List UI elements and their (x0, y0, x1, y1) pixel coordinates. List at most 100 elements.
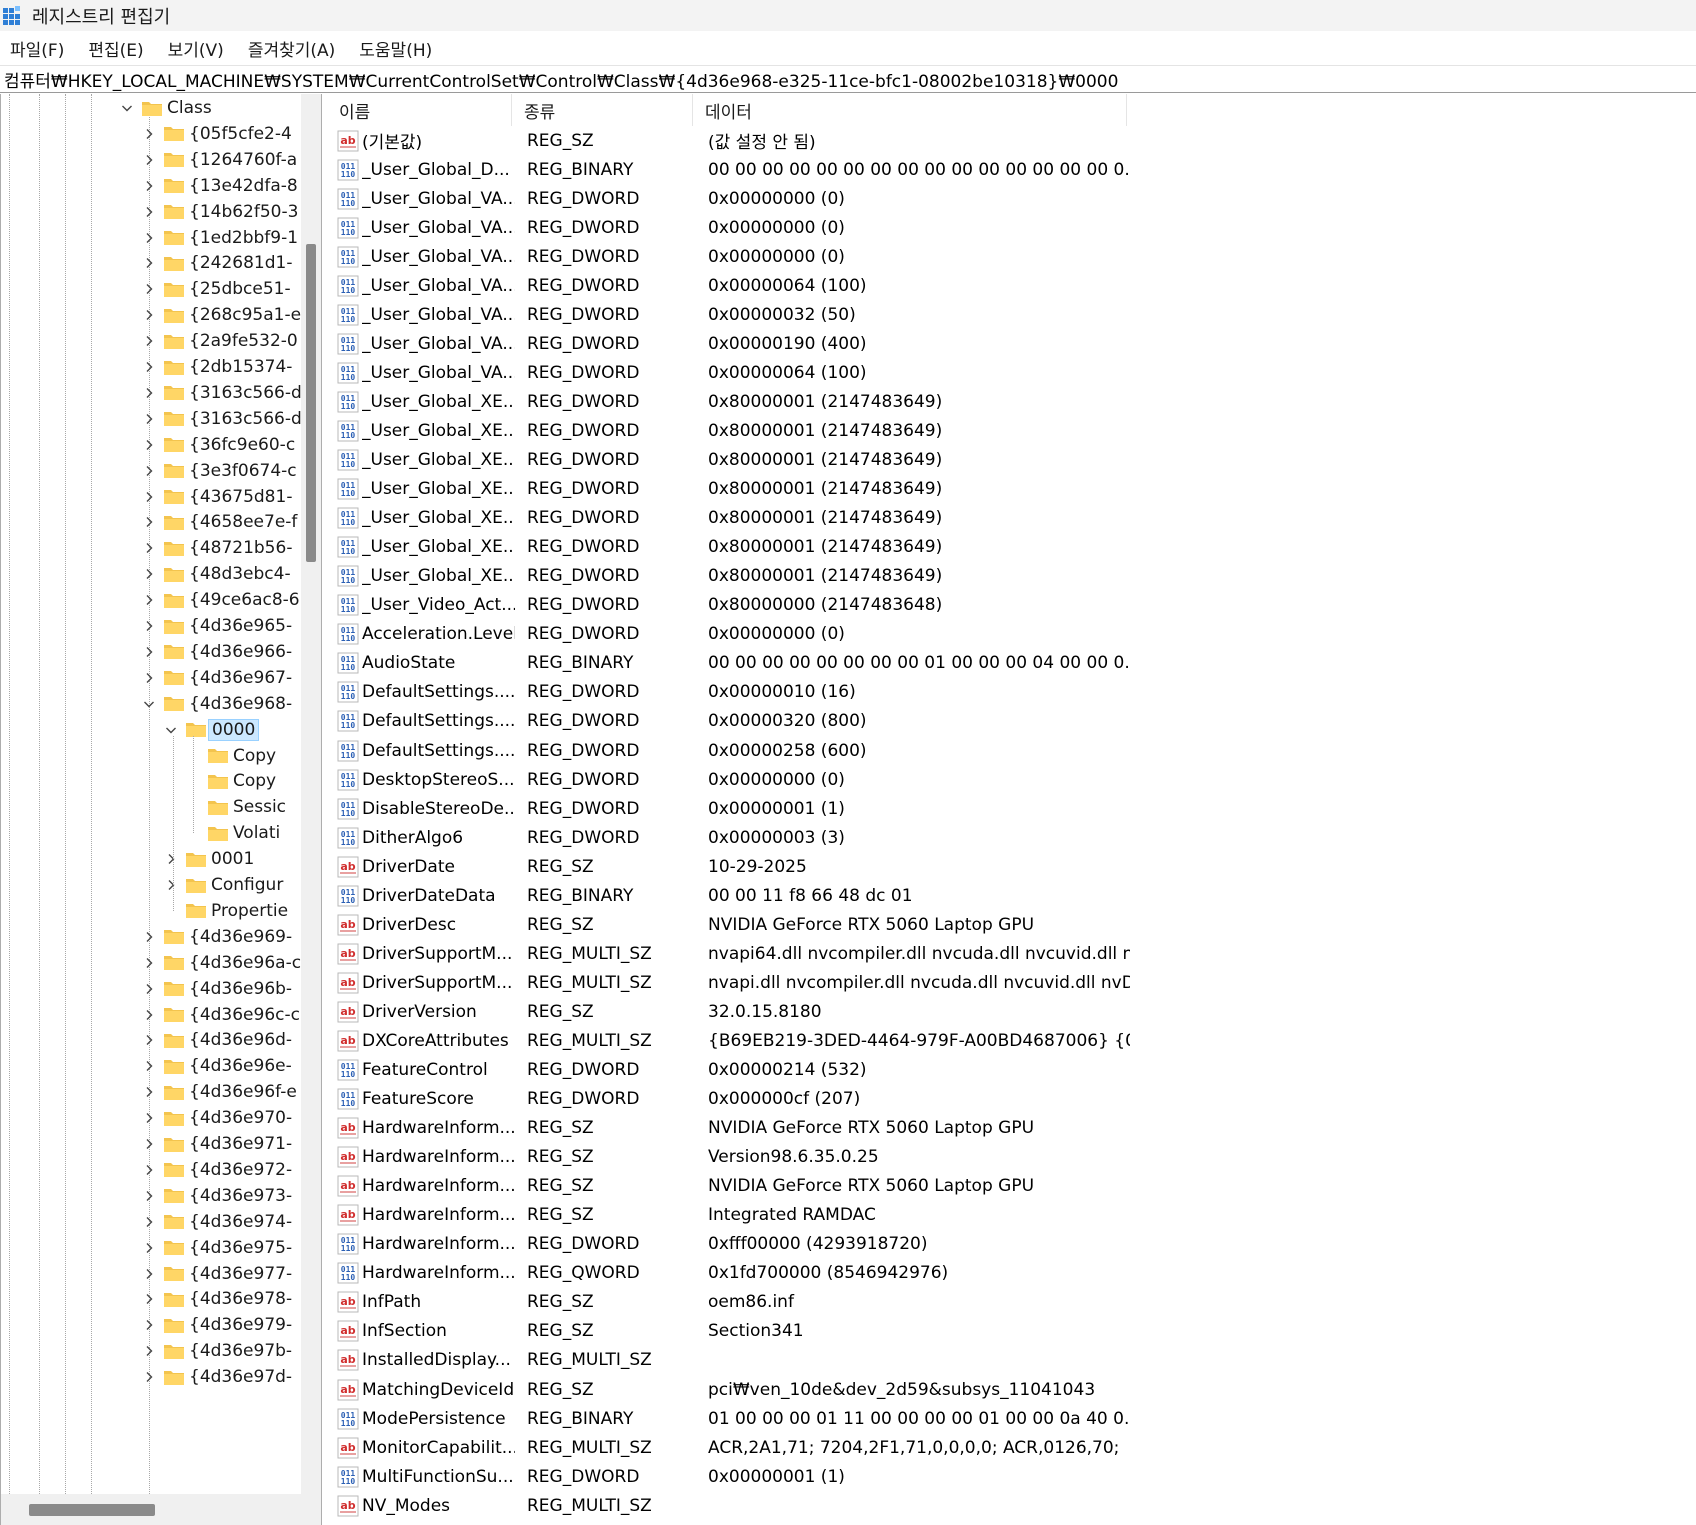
tree-node-class-key[interactable]: {4d36e97b- (141, 1337, 292, 1365)
value-row[interactable]: 011 110 DitherAlgo6 REG_DWORD 0x00000003 (3) (327, 823, 1527, 852)
chevron-right-icon[interactable] (141, 1156, 157, 1184)
tree-node-class-key[interactable]: {3163c566-d (141, 405, 301, 433)
value-row[interactable]: 011 110 _User_Global_XE... REG_DWORD 0x80000… (327, 446, 1527, 475)
column-header-name[interactable]: 이름 (327, 94, 512, 126)
chevron-right-icon[interactable] (141, 224, 157, 252)
value-row[interactable]: 011 110 _User_Global_XE... REG_DWORD 0x80000… (327, 475, 1527, 504)
chevron-right-icon[interactable] (141, 508, 157, 536)
chevron-right-icon[interactable] (141, 1260, 157, 1288)
chevron-right-icon[interactable] (141, 638, 157, 666)
value-row[interactable]: 011 110 DefaultSettings.... REG_DWORD 0x0000… (327, 707, 1527, 736)
value-row[interactable]: ab NV_Modes REG_MULTI_SZ (327, 1491, 1527, 1520)
chevron-right-icon[interactable] (141, 1337, 157, 1365)
chevron-right-icon[interactable] (141, 431, 157, 459)
tree-node-class-key[interactable]: {4658ee7e-f (141, 508, 297, 536)
chevron-right-icon[interactable] (141, 301, 157, 329)
tree-node-class-key[interactable]: {4d36e967- (141, 664, 292, 692)
tree-node-subkey[interactable]: Propertie (163, 897, 288, 925)
chevron-right-icon[interactable] (141, 379, 157, 407)
chevron-down-icon[interactable] (119, 94, 135, 122)
menu-help[interactable]: 도움말(H) (347, 36, 444, 61)
value-row[interactable]: 011 110 _User_Global_VA... REG_DWORD 0x00000… (327, 300, 1527, 329)
chevron-right-icon[interactable] (141, 327, 157, 355)
key-tree[interactable]: Class {05f5cfe2-4 {1264760f-a {13e42dfa-8 {1… (1, 94, 301, 1494)
tree-node-class-key[interactable]: {4d36e96f-e (141, 1078, 297, 1106)
tree-node-class-key[interactable]: {4d36e965- (141, 612, 292, 640)
tree-node-class-key[interactable]: {268c95a1-e (141, 301, 301, 329)
value-row[interactable]: 011 110 _User_Global_XE... REG_DWORD 0x80000… (327, 387, 1527, 416)
tree-node-subkey[interactable]: Copy (185, 742, 276, 770)
chevron-right-icon[interactable] (141, 534, 157, 562)
chevron-right-icon[interactable] (141, 586, 157, 614)
tree-node-class-key[interactable]: {3163c566-d (141, 379, 301, 407)
chevron-right-icon[interactable] (141, 353, 157, 381)
tree-node-class-key[interactable]: {4d36e974- (141, 1208, 292, 1236)
value-row[interactable]: 011 110 DesktopStereoS... REG_DWORD 0x000000… (327, 765, 1527, 794)
chevron-right-icon[interactable] (141, 1363, 157, 1391)
chevron-right-icon[interactable] (141, 1311, 157, 1339)
value-row[interactable]: 011 110 _User_Global_VA... REG_DWORD 0x00000… (327, 358, 1527, 387)
tree-horizontal-scrollbar[interactable] (1, 1494, 301, 1525)
tree-node-class-key[interactable]: {4d36e97d- (141, 1363, 292, 1391)
tree-node-subkey[interactable]: Copy (185, 767, 276, 795)
chevron-down-icon[interactable] (141, 690, 157, 718)
values-pane[interactable]: 이름 종류 데이터 ab (기본값) REG_SZ (값 설정 안 됨) 011 110 _… (327, 94, 1696, 1525)
chevron-right-icon[interactable] (141, 612, 157, 640)
tree-node-class-key[interactable]: {4d36e978- (141, 1285, 292, 1313)
chevron-right-icon[interactable] (141, 949, 157, 977)
tree-node-class-key[interactable]: {05f5cfe2-4 (141, 120, 292, 148)
tree-node-class-key[interactable]: {4d36e96c-c (141, 1001, 300, 1029)
chevron-right-icon[interactable] (141, 405, 157, 433)
value-row[interactable]: ab HardwareInform... REG_SZ NVIDIA GeForce … (327, 1114, 1527, 1143)
tree-node-class-key[interactable]: {48d3ebc4- (141, 560, 291, 588)
chevron-right-icon[interactable] (141, 172, 157, 200)
tree-node-class-key[interactable]: {4d36e96d- (141, 1026, 292, 1054)
menu-file[interactable]: 파일(F) (0, 36, 76, 61)
chevron-right-icon[interactable] (141, 560, 157, 588)
tree-node-class-key[interactable]: {4d36e969- (141, 923, 292, 951)
value-row[interactable]: ab HardwareInform... REG_SZ Integrated RAMD… (327, 1201, 1527, 1230)
tree-node-subkey[interactable]: Volati (185, 819, 280, 847)
chevron-right-icon[interactable] (141, 198, 157, 226)
value-row[interactable]: 011 110 _User_Global_XE... REG_DWORD 0x80000… (327, 533, 1527, 562)
value-row[interactable]: ab HardwareInform... REG_SZ Version98.6.35.… (327, 1143, 1527, 1172)
tree-node-class-key[interactable]: {14b62f50-3 (141, 198, 298, 226)
tree-node-class-key[interactable]: {4d36e966- (141, 638, 292, 666)
value-row[interactable]: 011 110 _User_Global_VA... REG_DWORD 0x00000… (327, 184, 1527, 213)
chevron-right-icon[interactable] (141, 1104, 157, 1132)
value-row[interactable]: ab DriverDate REG_SZ 10-29-2025 (327, 852, 1527, 881)
tree-node-class-key[interactable]: {1264760f-a (141, 146, 297, 174)
tree-node-class-key[interactable]: {4d36e970- (141, 1104, 292, 1132)
value-row[interactable]: 011 110 _User_Global_VA... REG_DWORD 0x00000… (327, 242, 1527, 271)
chevron-right-icon[interactable] (141, 1026, 157, 1054)
value-row[interactable]: 011 110 Acceleration.Level REG_DWORD 0x00000… (327, 620, 1527, 649)
tree-node-class-key[interactable]: {4d36e96b- (141, 975, 292, 1003)
tree-node-class-key[interactable]: {2db15374- (141, 353, 292, 381)
value-row[interactable]: 011 110 MultiFunctionSu... REG_DWORD 0x00000… (327, 1462, 1527, 1491)
value-row[interactable]: 011 110 HardwareInform... REG_DWORD 0xfff000… (327, 1230, 1527, 1259)
chevron-right-icon[interactable] (141, 975, 157, 1003)
value-row[interactable]: 011 110 HardwareInform... REG_QWORD 0x1fd700… (327, 1259, 1527, 1288)
chevron-right-icon[interactable] (141, 1208, 157, 1236)
value-row[interactable]: 011 110 _User_Global_XE... REG_DWORD 0x80000… (327, 416, 1527, 445)
tree-node-class-key[interactable]: {4d36e973- (141, 1182, 292, 1210)
value-row[interactable]: ab MonitorCapabilit... REG_MULTI_SZ ACR,2A1… (327, 1433, 1527, 1462)
tree-node-class-key[interactable]: {4d36e971- (141, 1130, 292, 1158)
tree-node-class-key[interactable]: {1ed2bbf9-1 (141, 224, 298, 252)
value-row[interactable]: 011 110 AudioState REG_BINARY 00 00 00 00 00… (327, 649, 1527, 678)
tree-horizontal-scroll-thumb[interactable] (29, 1504, 155, 1516)
value-row[interactable]: ab InfSection REG_SZ Section341 (327, 1317, 1527, 1346)
tree-node-class-key[interactable]: {4d36e979- (141, 1311, 292, 1339)
value-row[interactable]: 011 110 _User_Global_VA... REG_DWORD 0x00000… (327, 329, 1527, 358)
menu-favorites[interactable]: 즐겨찾기(A) (236, 36, 347, 61)
tree-node-class-key[interactable]: {4d36e972- (141, 1156, 292, 1184)
value-row[interactable]: ab (기본값) REG_SZ (값 설정 안 됨) (327, 126, 1527, 155)
value-row[interactable]: 011 110 _User_Global_XE... REG_DWORD 0x80000… (327, 562, 1527, 591)
chevron-right-icon[interactable] (163, 845, 179, 873)
column-header-type[interactable]: 종류 (512, 94, 693, 126)
tree-node-subkey[interactable]: Sessic (185, 793, 286, 821)
chevron-right-icon[interactable] (141, 1052, 157, 1080)
value-row[interactable]: ab DriverVersion REG_SZ 32.0.15.8180 (327, 997, 1527, 1026)
chevron-right-icon[interactable] (141, 483, 157, 511)
value-row[interactable]: ab DriverSupportM... REG_MULTI_SZ nvapi.dll… (327, 968, 1527, 997)
